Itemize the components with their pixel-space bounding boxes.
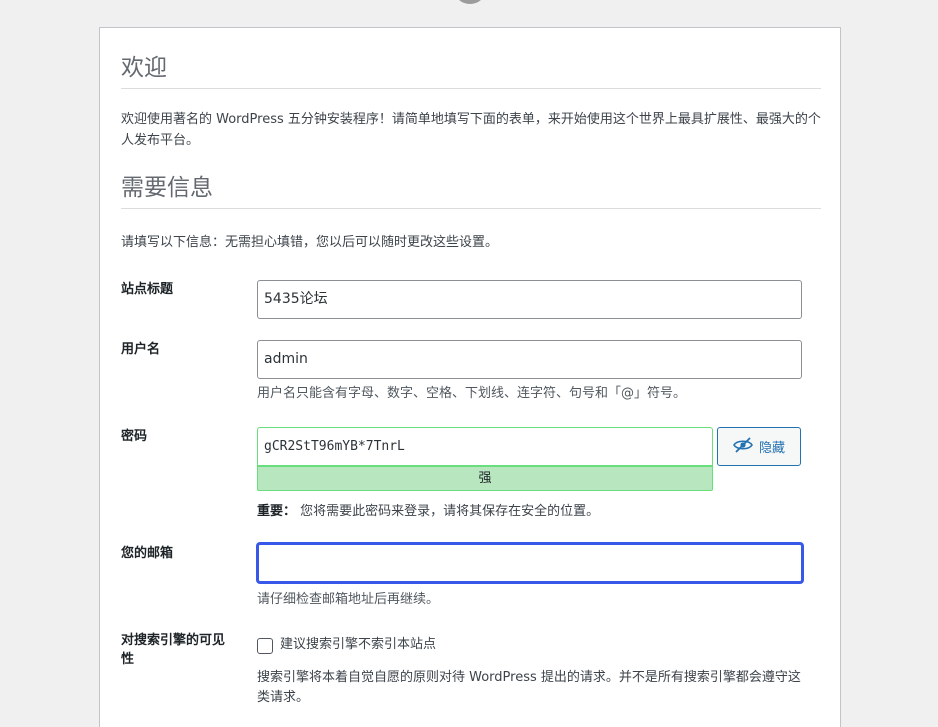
username-hint: 用户名只能含有字母、数字、空格、下划线、连字符、句号和「@」符号。 <box>257 386 687 401</box>
password-input[interactable]: gCR2StT96mYB*7TnrL <box>257 427 713 466</box>
username-label: 用户名 <box>121 342 161 357</box>
wordpress-logo <box>455 0 485 4</box>
email-label: 您的邮箱 <box>121 546 174 561</box>
email-hint: 请仔细检查邮箱地址后再继续。 <box>257 592 440 607</box>
username-input[interactable]: admin <box>257 340 802 379</box>
search-visibility-label: 对搜索引擎的可见性 <box>121 633 226 667</box>
password-note-text: 您将需要此密码来登录，请将其保存在安全的位置。 <box>300 504 600 519</box>
search-visibility-checkbox[interactable] <box>257 638 273 654</box>
eye-slash-icon <box>733 436 753 457</box>
welcome-text: 欢迎使用著名的 WordPress 五分钟安装程序！请简单地填写下面的表单，来开… <box>121 112 821 148</box>
welcome-heading: 欢迎 <box>121 54 821 89</box>
install-panel: 欢迎 欢迎使用著名的 WordPress 五分钟安装程序！请简单地填写下面的表单… <box>99 27 841 727</box>
site-title-label: 站点标题 <box>121 282 174 297</box>
password-label: 密码 <box>121 429 148 444</box>
hide-password-label: 隐藏 <box>758 441 785 456</box>
search-visibility-checkbox-label[interactable]: 建议搜索引擎不索引本站点 <box>280 636 436 654</box>
password-note-lead: 重要： <box>257 504 297 519</box>
password-strength-meter: 强 <box>257 466 713 491</box>
site-title-input[interactable]: 5435论坛 <box>257 280 802 319</box>
search-visibility-description: 搜索引擎将本着自觉自愿的原则对待 WordPress 提出的请求。并不是所有搜索… <box>257 670 801 705</box>
hide-password-button[interactable]: 隐藏 <box>717 427 801 466</box>
password-note: 重要： 您将需要此密码来登录，请将其保存在安全的位置。 <box>257 503 599 521</box>
required-info-heading: 需要信息 <box>121 174 821 209</box>
email-input[interactable] <box>257 543 803 583</box>
required-info-text: 请填写以下信息：无需担心填错，您以后可以随时更改这些设置。 <box>121 235 499 250</box>
